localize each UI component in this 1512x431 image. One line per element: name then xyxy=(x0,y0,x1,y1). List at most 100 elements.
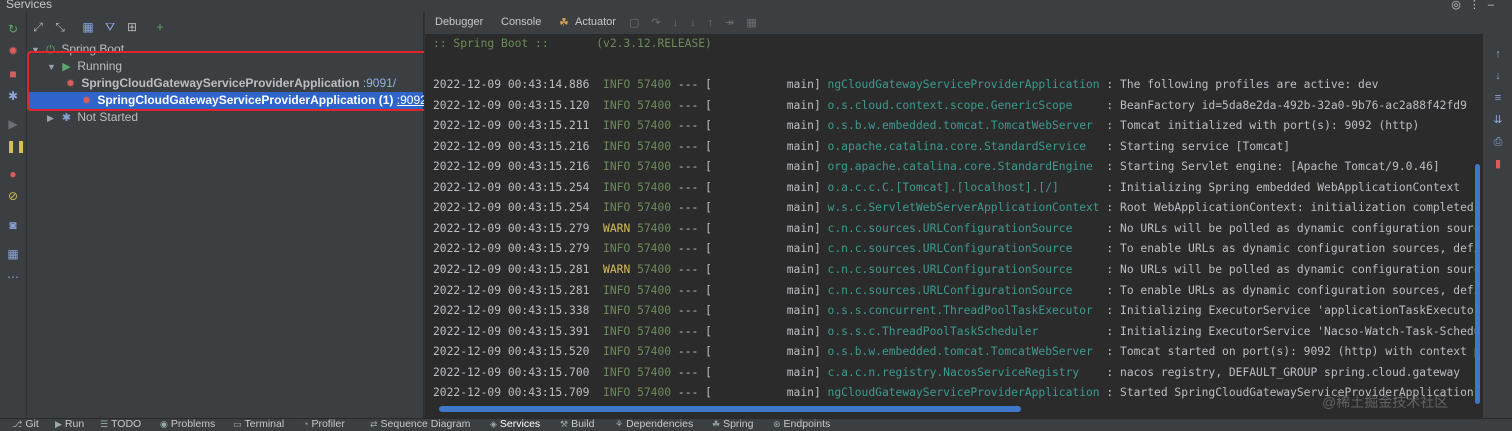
tool-tab-todo[interactable]: ☰ TODO xyxy=(100,418,141,430)
log-timestamp: 2022-12-09 00:43:15.216 xyxy=(433,139,590,153)
settings-icon[interactable]: ✱ xyxy=(6,89,20,103)
log-message: Tomcat initialized with port(s): 9092 (h… xyxy=(1120,119,1420,133)
log-pid: 57400 xyxy=(637,139,672,153)
tree-node-not-started[interactable]: ▶ ✱ Not Started xyxy=(47,109,421,126)
log-level: INFO xyxy=(603,78,631,91)
tool-tab-build[interactable]: ⚒ Build xyxy=(560,418,594,430)
resume-icon[interactable]: ▶ xyxy=(6,117,20,131)
log-message: No URLs will be polled as dynamic config… xyxy=(1120,221,1479,235)
mute-icon[interactable]: ⊘ xyxy=(6,189,20,203)
more-icon[interactable]: ⋮ xyxy=(1469,0,1488,11)
log-level: INFO xyxy=(603,139,631,153)
tab-actuator[interactable]: Actuator xyxy=(575,16,616,28)
log-line: 2022-12-09 00:43:15.216 INFO 57400 --- [… xyxy=(433,139,1291,153)
stop-icon[interactable]: ■ xyxy=(6,67,20,81)
log-pid: 57400 xyxy=(637,221,672,235)
down-arrow-icon[interactable]: ↓ xyxy=(1492,70,1504,82)
log-thread: main xyxy=(786,160,814,174)
vertical-scrollbar[interactable] xyxy=(1475,164,1480,404)
watermark: @稀土掘金技术社区 xyxy=(1322,394,1449,410)
log-timestamp: 2022-12-09 00:43:15.391 xyxy=(433,324,590,338)
title-icons[interactable]: ◎⋮– xyxy=(1451,0,1502,11)
more-icon[interactable]: ⋯ xyxy=(6,270,20,284)
filter-icon[interactable]: ⛛ xyxy=(103,20,117,34)
console-output[interactable]: :: Spring Boot :: (v2.3.12.RELEASE) 2022-… xyxy=(433,34,1479,409)
log-line: 2022-12-09 00:43:15.216 INFO 57400 --- [… xyxy=(433,160,1440,174)
log-thread: main xyxy=(786,98,814,112)
log-message: Tomcat started on port(s): 9092 (http) w… xyxy=(1120,345,1479,359)
log-level: INFO xyxy=(603,304,631,318)
tree-toolbar: ⤢ ⤡ ▦ ⛛ ⊞ + xyxy=(27,12,423,40)
rerun-icon[interactable]: ↻ xyxy=(6,22,20,36)
log-pid: 57400 xyxy=(637,242,672,256)
log-level: INFO xyxy=(603,365,631,379)
up-arrow-icon[interactable]: ↑ xyxy=(1492,48,1504,60)
expand-all-icon[interactable]: ⤢ xyxy=(31,20,45,34)
tool-tab-icon: ⊛ xyxy=(773,419,781,429)
tool-tab-profiler[interactable]: ◔ Profiler xyxy=(303,418,345,430)
add-service-icon[interactable]: + xyxy=(153,20,167,34)
log-pid: 57400 xyxy=(637,262,672,276)
scroll-end-icon[interactable]: ⇊ xyxy=(1492,114,1504,126)
log-thread: main xyxy=(786,262,814,276)
log-timestamp: 2022-12-09 00:43:15.700 xyxy=(433,365,590,379)
layout-icon[interactable]: ▦ xyxy=(6,247,20,261)
tool-tab-label: Terminal xyxy=(244,418,285,430)
log-pid: 57400 xyxy=(637,119,672,133)
tool-tab-sequence-diagram[interactable]: ⇄ Sequence Diagram xyxy=(370,418,470,430)
log-level: INFO xyxy=(603,345,631,359)
tab-debugger[interactable]: Debugger xyxy=(435,16,483,28)
tool-tab-label: Git xyxy=(25,418,39,430)
log-timestamp: 2022-12-09 00:43:15.520 xyxy=(433,345,590,359)
log-level: INFO xyxy=(603,160,631,174)
tool-tab-icon: ⎇ xyxy=(12,419,23,429)
log-message: To enable URLs as dynamic configuration … xyxy=(1120,283,1479,297)
log-line: 2022-12-09 00:43:15.281 INFO 57400 --- [… xyxy=(433,283,1479,299)
debug-icon[interactable]: ✹ xyxy=(6,44,20,58)
tool-tab-terminal[interactable]: ▭ Terminal xyxy=(233,418,284,430)
log-line: 2022-12-09 00:43:15.120 INFO 57400 --- [… xyxy=(433,98,1467,112)
log-logger: o.s.b.w.embedded.tomcat.TomcatWebServer xyxy=(827,119,1093,133)
log-message: nacos registry, DEFAULT_GROUP spring.clo… xyxy=(1120,365,1461,379)
tool-tab-git[interactable]: ⎇ Git xyxy=(12,418,39,430)
tool-tab-icon: ⇄ xyxy=(370,419,378,429)
log-level: WARN xyxy=(603,262,631,276)
log-thread: main xyxy=(786,221,814,235)
log-level: WARN xyxy=(603,221,631,235)
log-message: Initializing Spring embedded WebApplicat… xyxy=(1120,180,1461,194)
tool-tab-icon: ⚒ xyxy=(560,419,569,429)
log-thread: main xyxy=(786,386,814,400)
soft-wrap-icon[interactable]: ≡ xyxy=(1492,92,1504,104)
horizontal-scrollbar[interactable] xyxy=(439,406,1021,412)
tool-tab-problems[interactable]: ◉ Problems xyxy=(160,418,215,430)
log-level: INFO xyxy=(603,386,631,400)
tab-console[interactable]: Console xyxy=(501,16,541,28)
camera-icon[interactable]: ◙ xyxy=(6,218,20,232)
new-tab-icon[interactable]: ⊞ xyxy=(125,20,139,34)
log-logger: c.n.c.sources.URLConfigurationSource xyxy=(827,262,1073,276)
log-level: INFO xyxy=(603,119,631,133)
title-bar: Services ◎⋮– xyxy=(0,0,1512,12)
log-pid: 57400 xyxy=(637,283,672,297)
tool-tab-icon: ◈ xyxy=(490,419,497,429)
print-icon[interactable]: ⎙ xyxy=(1492,136,1504,148)
tool-tab-services[interactable]: ◈ Services xyxy=(490,418,540,430)
pause-icon[interactable]: ❚❚ xyxy=(6,139,26,153)
log-line: 2022-12-09 00:43:15.391 INFO 57400 --- [… xyxy=(433,324,1479,340)
tool-tab-run[interactable]: ▶ Run xyxy=(55,418,84,430)
console-toolbar-icons[interactable]: ▢↷↓↓↑↠▦ xyxy=(629,16,769,29)
log-line: 2022-12-09 00:43:15.700 INFO 57400 --- [… xyxy=(433,365,1461,379)
chevron-right-icon[interactable]: ▶ xyxy=(47,110,59,127)
log-timestamp: 2022-12-09 00:43:15.254 xyxy=(433,201,590,215)
tool-tab-dependencies[interactable]: ⚘ Dependencies xyxy=(615,418,693,430)
tool-tab-label: Services xyxy=(499,418,541,430)
breakpoints-icon[interactable]: ● xyxy=(6,167,20,181)
tool-tab-endpoints[interactable]: ⊛ Endpoints xyxy=(773,418,830,430)
tool-tab-spring[interactable]: ☘ Spring xyxy=(712,418,753,430)
collapse-all-icon[interactable]: ⤡ xyxy=(53,20,67,34)
tool-tab-icon: ⚘ xyxy=(615,419,624,429)
minimize-icon[interactable]: – xyxy=(1488,0,1502,11)
group-icon[interactable]: ▦ xyxy=(81,20,95,34)
target-icon[interactable]: ◎ xyxy=(1451,0,1469,11)
trash-icon[interactable]: ▮ xyxy=(1492,158,1504,170)
